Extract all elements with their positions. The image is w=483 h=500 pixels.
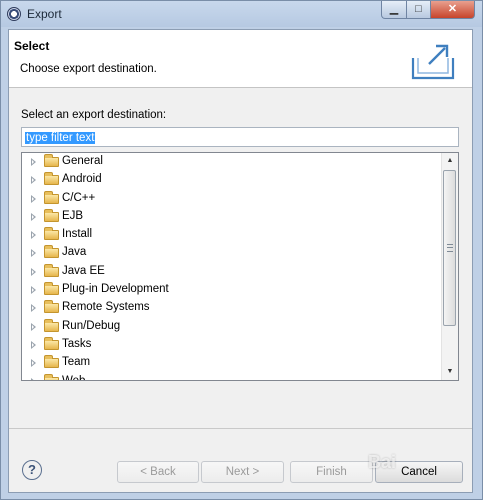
tree-item-label: Team (62, 356, 91, 369)
close-button[interactable]: ✕ (430, 1, 475, 19)
destination-tree[interactable]: General Android C/C++ EJB Install Java Java EE… (21, 152, 459, 381)
scroll-thumb[interactable] (443, 170, 456, 326)
tree-item[interactable]: Remote Systems (22, 299, 442, 317)
expand-arrow-icon[interactable] (31, 359, 36, 368)
help-icon[interactable]: ? (22, 460, 42, 480)
vertical-scrollbar[interactable]: ▲ ▼ (441, 153, 458, 380)
tree-item[interactable]: General (22, 153, 442, 171)
expand-arrow-icon[interactable] (31, 194, 36, 203)
tree-item-label: C/C++ (62, 191, 96, 204)
title-bar[interactable]: Export ▁ □ ✕ (1, 1, 482, 27)
tree-list: General Android C/C++ EJB Install Java Java EE… (22, 153, 442, 380)
finish-button[interactable]: Finish (290, 461, 373, 483)
folder-icon (44, 227, 59, 241)
tree-item[interactable]: C/C++ (22, 190, 442, 208)
cancel-button[interactable]: Cancel (375, 461, 463, 483)
folder-icon (44, 355, 59, 369)
footer-divider (9, 428, 472, 429)
tree-item[interactable]: Java (22, 244, 442, 262)
expand-arrow-icon[interactable] (31, 158, 36, 166)
folder-icon (44, 172, 59, 186)
tree-item-label: Install (62, 228, 93, 241)
folder-icon (44, 318, 59, 332)
tree-item-label: Run/Debug (62, 319, 121, 332)
scroll-down-arrow-icon[interactable]: ▼ (442, 364, 458, 380)
dialog-content: Select Choose export destination. Select… (8, 29, 473, 493)
tree-item[interactable]: Tasks (22, 336, 442, 354)
expand-arrow-icon[interactable] (31, 249, 36, 258)
page-description: Choose export destination. (20, 63, 157, 75)
filter-input[interactable]: type filter text (21, 127, 459, 147)
tree-item-label: Plug-in Development (62, 283, 169, 296)
scroll-up-arrow-icon[interactable]: ▲ (442, 153, 458, 169)
folder-icon (44, 190, 59, 204)
folder-icon (44, 263, 59, 277)
expand-arrow-icon[interactable] (31, 304, 36, 313)
close-icon: ✕ (447, 3, 458, 15)
tree-item[interactable]: Web (22, 373, 442, 380)
minimize-icon: ▁ (389, 3, 399, 15)
eclipse-icon (7, 7, 21, 21)
folder-icon (44, 208, 59, 222)
expand-arrow-icon[interactable] (31, 377, 36, 380)
export-dialog-window: Export ▁ □ ✕ Select Choose export destin… (0, 0, 483, 500)
filter-input-text: type filter text (25, 132, 96, 144)
expand-arrow-icon[interactable] (31, 212, 36, 221)
expand-arrow-icon[interactable] (31, 286, 36, 295)
tree-item-label: General (62, 155, 103, 167)
maximize-icon: □ (415, 3, 422, 15)
tree-item[interactable]: Run/Debug (22, 318, 442, 336)
tree-item-label: Java (62, 246, 87, 259)
expand-arrow-icon[interactable] (31, 340, 36, 349)
folder-icon (44, 154, 59, 167)
tree-item-label: Android (62, 173, 102, 186)
expand-arrow-icon[interactable] (31, 267, 36, 276)
expand-arrow-icon[interactable] (31, 176, 36, 185)
next-button[interactable]: Next > (201, 461, 284, 483)
tree-item-label: Java EE (62, 264, 105, 277)
folder-icon (44, 300, 59, 314)
tree-item[interactable]: Plug-in Development (22, 281, 442, 299)
window-title: Export (27, 7, 62, 21)
folder-icon (44, 282, 59, 296)
page-title: Select (14, 39, 50, 53)
expand-arrow-icon[interactable] (31, 231, 36, 240)
tree-item[interactable]: Team (22, 354, 442, 372)
folder-icon (44, 336, 59, 350)
folder-icon (44, 373, 59, 380)
minimize-button[interactable]: ▁ (381, 1, 407, 19)
tree-item-label: Web (62, 375, 85, 380)
tree-item-label: EJB (62, 209, 84, 222)
tree-item-label: Remote Systems (62, 301, 150, 314)
tree-item[interactable]: Android (22, 171, 442, 189)
tree-item-label: Tasks (62, 337, 92, 350)
grip-icon (447, 244, 453, 252)
export-wizard-icon (411, 44, 455, 80)
tree-item[interactable]: Install (22, 226, 442, 244)
back-button[interactable]: < Back (117, 461, 199, 483)
maximize-button[interactable]: □ (406, 1, 431, 19)
folder-icon (44, 245, 59, 259)
destination-label: Select an export destination: (21, 109, 167, 121)
tree-item[interactable]: Java EE (22, 263, 442, 281)
expand-arrow-icon[interactable] (31, 322, 36, 331)
tree-item[interactable]: EJB (22, 208, 442, 226)
wizard-header: Select Choose export destination. (9, 30, 472, 88)
